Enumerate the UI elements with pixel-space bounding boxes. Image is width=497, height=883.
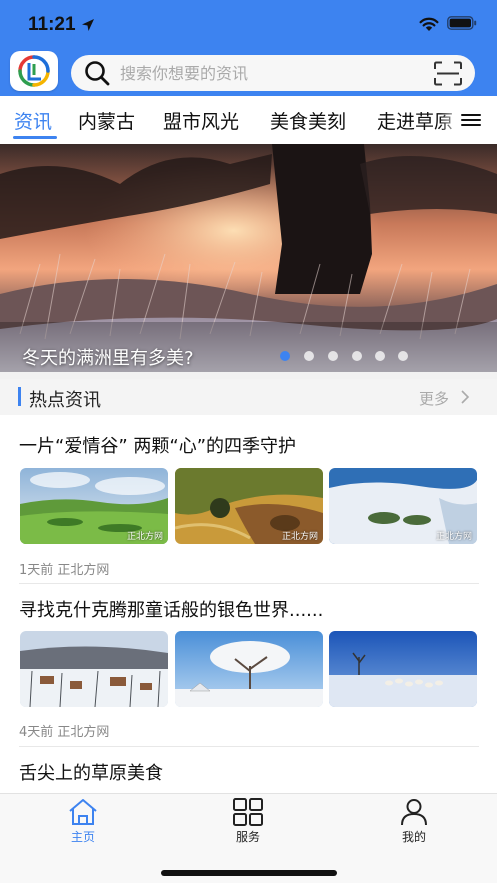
article-thumbnail[interactable]: 正北方网 xyxy=(175,468,323,544)
article-thumbnail[interactable] xyxy=(175,631,323,707)
tab-food[interactable]: 美食美刻 xyxy=(270,107,346,134)
watermark-text: 正北方网 xyxy=(281,532,318,542)
snow-village-image xyxy=(20,631,168,707)
tabbar-label: 服务 xyxy=(235,830,260,844)
tab-city-scenery[interactable]: 盟市风光 xyxy=(163,107,239,134)
watermark-text: 正北方网 xyxy=(126,532,163,542)
hot-news-header: 热点资讯 更多 xyxy=(0,379,497,415)
carousel-dot[interactable] xyxy=(328,351,338,361)
frost-tree-image xyxy=(175,631,323,707)
carousel-dot[interactable] xyxy=(304,351,314,361)
battery-icon xyxy=(447,16,477,30)
carousel-dot[interactable] xyxy=(280,351,290,361)
section-title: 热点资讯 xyxy=(29,390,101,411)
location-arrow-icon xyxy=(82,19,94,31)
status-time: 11:21 xyxy=(28,14,76,35)
wifi-icon xyxy=(419,17,439,31)
carousel-dot[interactable] xyxy=(352,351,362,361)
tabbar-item-home[interactable]: 主页 xyxy=(28,794,138,854)
more-link[interactable]: 更多 xyxy=(419,388,449,409)
watermark-text: 正北方网 xyxy=(435,532,472,542)
tab-news[interactable]: 资讯 xyxy=(14,107,52,134)
snow-sheep-image xyxy=(329,631,477,707)
banner-image xyxy=(0,144,497,372)
divider xyxy=(19,746,479,747)
tab-inner-mongolia[interactable]: 内蒙古 xyxy=(78,107,135,134)
section-accent-bar xyxy=(18,387,21,406)
tabbar-item-profile[interactable]: 我的 xyxy=(359,794,469,854)
article-meta: 4天前 正北方网 xyxy=(19,725,110,740)
article-title[interactable]: 一片“爱情谷” 两颗“心”的四季守护 xyxy=(19,432,296,458)
article-thumbnail[interactable]: 正北方网 xyxy=(329,468,477,544)
tabbar-label: 我的 xyxy=(401,830,426,844)
scan-icon[interactable] xyxy=(433,61,463,86)
article-thumbnail[interactable]: 正北方网 xyxy=(20,468,168,544)
news-feed: 一片“爱情谷” 两颗“心”的四季守护 正北方网 正北方网 正北方网 1天前 正北… xyxy=(0,415,497,793)
search-input[interactable] xyxy=(120,55,420,91)
active-tab-indicator xyxy=(13,136,57,139)
carousel-dot[interactable] xyxy=(375,351,385,361)
status-bar: 11:21 xyxy=(0,0,497,48)
grid-icon xyxy=(233,798,263,826)
banner-caption: 冬天的满洲里有多美? xyxy=(22,348,194,369)
app-logo[interactable] xyxy=(10,51,58,91)
home-indicator[interactable] xyxy=(161,870,337,876)
chevron-right-icon[interactable] xyxy=(460,390,470,404)
category-tabs: 资讯 内蒙古 盟市风光 美食美刻 走进草原 xyxy=(0,96,497,144)
search-bar[interactable] xyxy=(71,55,475,91)
tabbar-item-services[interactable]: 服务 xyxy=(193,794,303,854)
divider xyxy=(19,583,479,584)
article-title[interactable]: 舌尖上的草原美食 xyxy=(19,759,163,785)
profile-icon xyxy=(401,799,427,826)
article-thumbnail[interactable] xyxy=(329,631,477,707)
banner-carousel[interactable]: 冬天的满洲里有多美? xyxy=(0,144,497,372)
search-icon xyxy=(85,61,110,86)
carousel-dot[interactable] xyxy=(398,351,408,361)
logo-icon xyxy=(18,55,50,87)
article-meta: 1天前 正北方网 xyxy=(19,563,110,578)
article-thumbnail[interactable] xyxy=(20,631,168,707)
tabbar-label: 主页 xyxy=(70,830,95,844)
home-icon xyxy=(69,799,97,825)
article-title[interactable]: 寻找克什克腾那童话般的银色世界...... xyxy=(19,596,323,622)
menu-icon[interactable] xyxy=(460,113,482,127)
